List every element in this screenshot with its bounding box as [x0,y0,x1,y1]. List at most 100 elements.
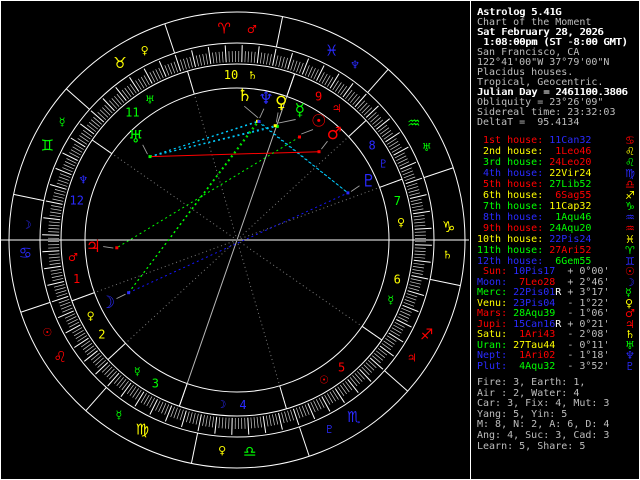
degree-tick [359,102,368,112]
house-ring-divider [361,325,383,341]
sign-ruler-scorpio-icon: ♇ [324,423,334,436]
degree-tick [86,348,96,356]
degree-tick [412,266,424,269]
degree-tick [51,205,63,208]
degree-tick [370,114,379,123]
house-number-1: 1 [73,272,80,286]
degree-tick [90,352,100,361]
planet-row: Satu: 1Ari43 - 2°08' ♄ [477,329,635,340]
degree-tick [62,167,73,173]
degree-tick [403,302,415,307]
degree-tick [53,284,65,288]
degree-tick [354,373,363,382]
degree-tick [93,116,102,125]
degree-tick [275,55,279,67]
stat-line-text: Learn: 5, Share: 5 [477,441,586,452]
degree-tick [345,381,353,391]
degree-tick [253,51,256,63]
degree-tick [409,284,421,288]
degree-tick [129,386,137,396]
house-cusp-line-4 [178,239,238,407]
degree-tick [197,414,202,432]
degree-tick [298,406,304,418]
degree-tick [176,408,181,420]
house-11-ruler-icon: ♅ [145,93,155,106]
planet-label: Merc: [477,287,514,298]
house-number-3: 3 [152,376,159,390]
degree-tick [414,256,426,259]
degree-tick [361,366,370,376]
degree-tick [189,56,193,68]
degree-tick [211,416,215,428]
house-ring-divider [71,292,95,302]
degree-tick [414,227,432,230]
degree-tick [48,221,60,224]
degree-tick [406,182,418,187]
degree-tick [272,48,277,66]
degree-tick [367,360,377,369]
degree-tick [47,281,65,286]
house-ring-divider [379,178,403,188]
degree-tick [272,414,275,426]
planet-glyph-venus-icon: ♀ [275,93,287,113]
house-5-ruler-icon: ☉ [319,374,329,387]
sign-divider [423,167,454,179]
degree-tick [228,417,230,429]
house-label: 3rd house: [477,157,550,168]
chart-wheel: ♈ ♂ ♉ ♀ ♊ ☿ ♋ ☽ ♌ ☉ ♍ ☿ ♎ ♀ ♏ ♇ ♐ ♃ ♑ ♄ ♒ ♅ ♓ ♆ 1 ♂ 2 ♀ 3 ☿ 4 ☽ 5 ☉ 6 ☿ 7 ♀ 8 ♇… [0,0,470,480]
sign-glyph-libra-icon: ♎ [243,443,256,461]
house-ring-divider [178,383,188,407]
house-row: 9th house: 24Aqu20 ♒ [477,223,635,234]
planet-position-value: 1Ari43 [513,329,556,340]
stat-line: Ang: 4, Suc: 3, Cad: 3 [477,431,609,441]
degree-tick [224,45,227,63]
degree-tick [402,304,419,313]
house-number-12: 12 [70,194,84,208]
house-cusp-line-6 [236,239,383,341]
planet-row: Mars: 28Aqu39 - 1°06' ♂ [477,308,635,319]
degree-tick [253,417,256,429]
degree-tick [268,414,272,426]
degree-tick [410,281,421,285]
house-row: 6th house: 6Sag55 ♐ [477,190,635,201]
planet-label: Sun: [477,266,514,277]
degree-tick [214,416,218,434]
degree-tick [411,202,423,205]
degree-tick [342,382,350,393]
degree-tick [101,364,111,373]
degree-tick [186,57,190,69]
planet-position-value: 22Pis01 [513,287,556,298]
degree-tick [205,415,208,427]
sign-divider [164,23,176,54]
house-label: 5th house: [477,179,550,190]
degree-tick [84,345,95,353]
degree-tick [411,275,429,280]
degree-tick [74,337,89,348]
degree-tick [357,100,366,110]
degree-tick [408,287,420,291]
degree-tick [104,104,113,114]
degree-tick [244,51,246,63]
degree-tick [334,388,345,403]
degree-tick [59,173,71,178]
aspect-trine-moon-neptune [128,121,260,294]
degree-tick [195,413,199,425]
degree-tick [189,412,193,424]
sign-ruler-cancer-icon: ☽ [22,219,32,232]
house-row: 4th house: 22Vir24 ♍ [477,168,635,179]
stat-line: Car: 3, Fix: 4, Mut: 3 [477,399,609,409]
degree-tick [92,355,102,363]
degree-tick [81,132,91,140]
degree-tick [263,53,266,65]
planet-position-value: 1Ari02 [513,350,556,361]
planet-label: Plut: [477,361,514,372]
degree-tick [212,52,215,64]
degree-tick [127,85,134,96]
planet-degree-dot-jupiter [115,246,119,250]
planet-glyph-saturn-icon: ♄ [237,86,252,106]
sign-divider [85,387,107,412]
degree-tick [57,310,74,319]
planet-position-value: 10Pis17 [513,266,556,277]
house-3-ruler-icon: ☿ [134,365,141,378]
stat-line: Learn: 5, Share: 5 [477,442,585,452]
